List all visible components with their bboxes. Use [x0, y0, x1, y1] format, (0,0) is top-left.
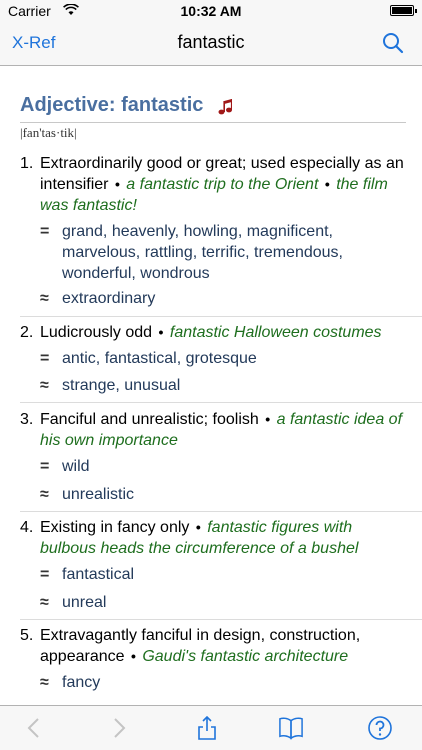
forward-arrow-icon[interactable] [107, 716, 131, 740]
sense-item: 4. Existing in fancy only • fantastic fi… [20, 517, 408, 559]
sense-item: 2. Ludicrously odd • fantastic Halloween… [20, 322, 408, 343]
bullet: • [265, 411, 271, 427]
similar-row: ≈ unreal [40, 592, 408, 613]
bullet: • [130, 648, 136, 664]
synonyms-list[interactable]: wild [62, 456, 408, 477]
similar-row: ≈ unrealistic [40, 484, 408, 505]
synonyms-row: = fantastical [40, 564, 408, 585]
sense-divider [20, 511, 422, 512]
example-text: Gaudi's fantastic architecture [142, 648, 349, 665]
sense-divider [20, 619, 422, 620]
music-note-icon[interactable] [218, 98, 232, 116]
status-time: 10:32 AM [180, 3, 242, 19]
battery-icon [390, 5, 417, 16]
sense-number: 5. [20, 627, 34, 644]
sense-item: 3. Fanciful and unrealistic; foolish • a… [20, 409, 408, 451]
bullet: • [114, 176, 120, 192]
bullet: • [158, 324, 164, 340]
synonyms-list[interactable]: grand, heavenly, howling, magnificent, m… [62, 221, 408, 284]
headword: Adjective: fantastic [20, 94, 204, 116]
sense-definition: Existing in fancy only [40, 519, 190, 536]
book-icon[interactable] [279, 716, 303, 740]
pronunciation: |fan'tas·tik| [20, 125, 77, 140]
similar-list[interactable]: unrealistic [62, 484, 408, 505]
similar-list[interactable]: strange, unusual [62, 375, 408, 396]
synonym-mark: = [40, 566, 50, 583]
synonyms-list[interactable]: fantastical [62, 564, 408, 585]
headword-row: Adjective: fantastic [20, 94, 402, 120]
share-icon[interactable] [195, 716, 219, 740]
page-title: fantastic [177, 32, 245, 52]
synonyms-list[interactable]: antic, fantastical, grotesque [62, 348, 408, 369]
help-icon[interactable] [368, 716, 392, 740]
similar-row: ≈ extraordinary [40, 288, 408, 309]
similar-mark: ≈ [40, 377, 49, 394]
synonym-mark: = [40, 350, 50, 367]
sense-definition: Ludicrously odd [40, 324, 153, 341]
sense-number: 3. [20, 411, 34, 428]
navigation-bar: X-Ref fantastic [0, 22, 422, 66]
status-bar: Carrier 10:32 AM [0, 0, 422, 22]
similar-mark: ≈ [40, 486, 49, 503]
similar-row: ≈ fancy [40, 672, 408, 693]
sense-number: 2. [20, 324, 34, 341]
similar-mark: ≈ [40, 594, 49, 611]
synonym-mark: = [40, 223, 50, 240]
bullet: • [195, 519, 201, 535]
example-text: a fantastic trip to the Orient [126, 176, 319, 193]
sense-item: 5. Extravagantly fanciful in design, con… [20, 625, 408, 667]
search-icon[interactable] [382, 32, 404, 54]
similar-mark: ≈ [40, 674, 49, 691]
bottom-toolbar [0, 705, 422, 750]
back-arrow-icon[interactable] [22, 716, 46, 740]
sense-number: 1. [20, 155, 34, 172]
synonyms-row: = grand, heavenly, howling, magnificent,… [40, 221, 408, 284]
synonym-mark: = [40, 458, 50, 475]
sense-divider [20, 316, 422, 317]
synonyms-row: = antic, fantastical, grotesque [40, 348, 408, 369]
example-text: fantastic Halloween costumes [169, 324, 382, 341]
similar-mark: ≈ [40, 290, 49, 307]
similar-row: ≈ strange, unusual [40, 375, 408, 396]
definition-content: Adjective: fantastic |fan'tas·tik| 1. Ex… [0, 66, 422, 705]
similar-list[interactable]: extraordinary [62, 288, 408, 309]
similar-list[interactable]: fancy [62, 672, 408, 693]
sense-item: 1. Extraordinarily good or great; used e… [20, 153, 408, 216]
sense-number: 4. [20, 519, 34, 536]
bullet: • [324, 176, 330, 192]
sense-definition: Fanciful and unrealistic; foolish [40, 411, 259, 428]
similar-list[interactable]: unreal [62, 592, 408, 613]
sense-divider [20, 402, 422, 403]
pronunciation-divider [20, 122, 406, 123]
synonyms-row: = wild [40, 456, 408, 477]
